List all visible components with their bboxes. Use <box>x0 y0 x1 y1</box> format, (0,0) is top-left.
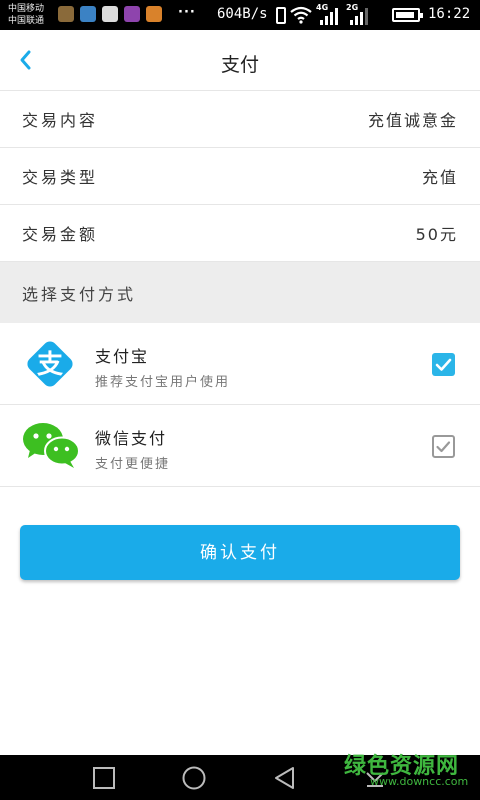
signal-2g-icon: 2G <box>346 3 372 25</box>
battery-icon <box>392 8 423 22</box>
wechat-icon <box>23 423 80 468</box>
system-icons: 4G 2G <box>276 3 372 25</box>
alipay-logo-char: 支 <box>37 350 63 380</box>
payment-name: 微信支付 <box>95 429 168 448</box>
vibrate-icon <box>276 6 286 24</box>
home-icon[interactable] <box>181 765 207 791</box>
transaction-content-row: 交易内容 充值诚意金 <box>0 91 480 148</box>
network-speed: 604B/s <box>217 6 268 22</box>
page-title: 支付 <box>220 54 259 76</box>
wifi-icon <box>290 6 312 24</box>
notification-app-icon <box>124 6 140 22</box>
signal-4g-icon: 4G <box>316 3 342 25</box>
payment-name: 支付宝 <box>95 347 150 366</box>
info-label: 交易内容 <box>22 111 99 130</box>
carrier-info: 中国移动 中国联通 <box>8 3 44 27</box>
info-value: 充值 <box>421 168 458 187</box>
alipay-checkbox[interactable] <box>432 353 455 376</box>
check-icon <box>436 441 451 453</box>
carrier-1: 中国移动 <box>8 4 45 14</box>
notification-app-icon <box>80 6 96 22</box>
header: 支付 <box>0 30 480 91</box>
info-value: 充值诚意金 <box>367 111 458 130</box>
info-value: 50元 <box>415 225 458 244</box>
battery-level <box>396 12 414 18</box>
payment-method-section-title: 选择支付方式 <box>0 262 480 323</box>
payment-description: 支付更便捷 <box>95 457 171 472</box>
check-icon <box>435 358 452 371</box>
watermark-url: www.downcc.com <box>370 775 469 788</box>
status-bar: 中国移动 中国联通 ··· 604B/s 4G 2G 16:22 <box>0 0 480 30</box>
info-label: 交易金额 <box>22 225 99 244</box>
watermark: 绿色资源网 www.downcc.com <box>330 748 470 794</box>
carrier-2: 中国联通 <box>8 16 45 26</box>
notification-app-icon <box>102 6 118 22</box>
clock: 16:22 <box>428 6 471 22</box>
transaction-type-row: 交易类型 充值 <box>0 148 480 205</box>
payment-description: 推荐支付宝用户使用 <box>95 375 231 390</box>
back-nav-icon[interactable] <box>272 765 298 791</box>
notification-app-icon <box>58 6 74 22</box>
more-notifications-indicator: ··· <box>178 5 196 20</box>
transaction-amount-row: 交易金额 50元 <box>0 205 480 262</box>
alipay-icon: 支 <box>27 341 73 387</box>
payment-option-alipay[interactable]: 支 支付宝 推荐支付宝用户使用 <box>0 323 480 405</box>
wechat-checkbox[interactable] <box>432 435 455 458</box>
notification-icons <box>58 6 162 22</box>
info-label: 交易类型 <box>22 168 99 187</box>
notification-app-icon <box>146 6 162 22</box>
confirm-payment-button[interactable]: 确认支付 <box>20 525 460 580</box>
payment-option-wechat[interactable]: 微信支付 支付更便捷 <box>0 405 480 487</box>
recent-apps-icon[interactable] <box>91 765 117 791</box>
